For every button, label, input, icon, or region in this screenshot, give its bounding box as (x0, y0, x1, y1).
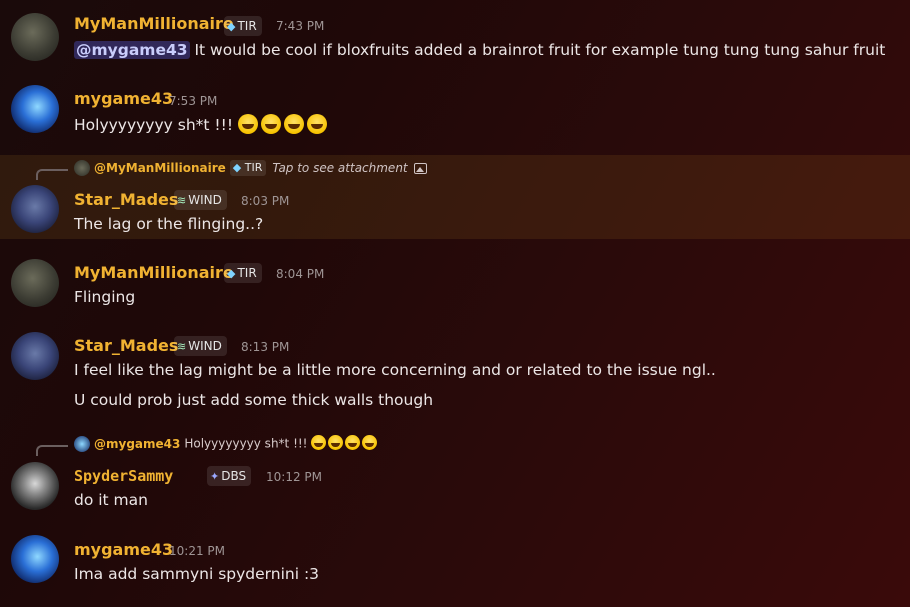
server-tag[interactable]: ◆ TIR (224, 16, 262, 36)
timestamp: 10:12 PM (266, 470, 322, 484)
reply-text: Tap to see attachment (272, 161, 408, 175)
username[interactable]: Star_Mades (74, 190, 178, 209)
message-text: @mygame43 It would be cool if bloxfruits… (74, 41, 886, 59)
avatar[interactable] (11, 332, 59, 380)
gem-icon: ◆ (227, 20, 236, 33)
server-tag[interactable]: ≋ WIND (174, 190, 227, 210)
server-tag: ◆ TIR (229, 160, 267, 176)
reply-preview[interactable]: @mygame43 Holyyyyyyyy sh*t !!! (74, 435, 379, 453)
message-text: do it man (74, 491, 148, 509)
timestamp: 7:53 PM (169, 94, 218, 108)
server-tag[interactable]: ✦ DBS (207, 466, 252, 486)
username[interactable]: MyManMillionaire (74, 14, 234, 33)
username[interactable]: SpyderSammy (74, 467, 173, 485)
joy-emoji-icon[interactable] (283, 114, 304, 134)
avatar (74, 435, 90, 452)
username[interactable]: Star_Mades (74, 336, 178, 355)
joy-emoji-icon (328, 435, 344, 450)
timestamp: 8:13 PM (241, 340, 290, 354)
username[interactable]: mygame43 (74, 89, 173, 108)
avatar[interactable] (11, 85, 59, 133)
reply-connector (36, 169, 68, 180)
avatar[interactable] (11, 13, 59, 61)
timestamp: 10:21 PM (169, 544, 225, 558)
joy-emoji-icon[interactable] (237, 114, 258, 134)
user-mention[interactable]: @mygame43 (74, 41, 190, 59)
wind-icon: ≋ (177, 340, 187, 353)
timestamp: 8:04 PM (276, 267, 325, 281)
avatar[interactable] (11, 535, 59, 583)
username[interactable]: mygame43 (74, 540, 173, 559)
message-text: Holyyyyyyyy sh*t !!! (74, 114, 330, 134)
gem-icon: ◆ (227, 267, 236, 280)
reply-preview[interactable]: @MyManMillionaire ◆ TIR Tap to see attachm… (74, 160, 427, 178)
joy-emoji-icon (345, 435, 361, 450)
image-icon (413, 162, 427, 174)
reply-username[interactable]: @mygame43 (94, 437, 180, 451)
reply-username[interactable]: @MyManMillionaire (94, 161, 226, 175)
joy-emoji-icon (362, 435, 378, 450)
joy-emoji-icon[interactable] (260, 114, 281, 134)
joy-emoji-icon (311, 435, 327, 450)
timestamp: 7:43 PM (276, 19, 325, 33)
message-text: Ima add sammyni spydernini :3 (74, 565, 320, 583)
username[interactable]: MyManMillionaire (74, 263, 234, 282)
message-text: I feel like the lag might be a little mo… (74, 361, 716, 379)
server-tag[interactable]: ≋ WIND (174, 336, 227, 356)
gem-icon: ◆ (232, 161, 242, 174)
timestamp: 8:03 PM (241, 194, 290, 208)
message-text: The lag or the flinging..? (74, 215, 264, 233)
avatar[interactable] (11, 462, 59, 510)
reply-text: Holyyyyyyyy sh*t !!! (184, 436, 308, 451)
avatar (74, 160, 90, 176)
avatar[interactable] (11, 185, 59, 233)
avatar[interactable] (11, 259, 59, 307)
wind-icon: ≋ (177, 194, 187, 207)
reply-connector (36, 445, 68, 456)
diamond-icon: ✦ (210, 470, 220, 483)
message-text: U could prob just add some thick walls t… (74, 391, 434, 409)
message-text: Flinging (74, 288, 136, 306)
joy-emoji-icon[interactable] (306, 114, 327, 134)
server-tag[interactable]: ◆ TIR (224, 263, 262, 283)
